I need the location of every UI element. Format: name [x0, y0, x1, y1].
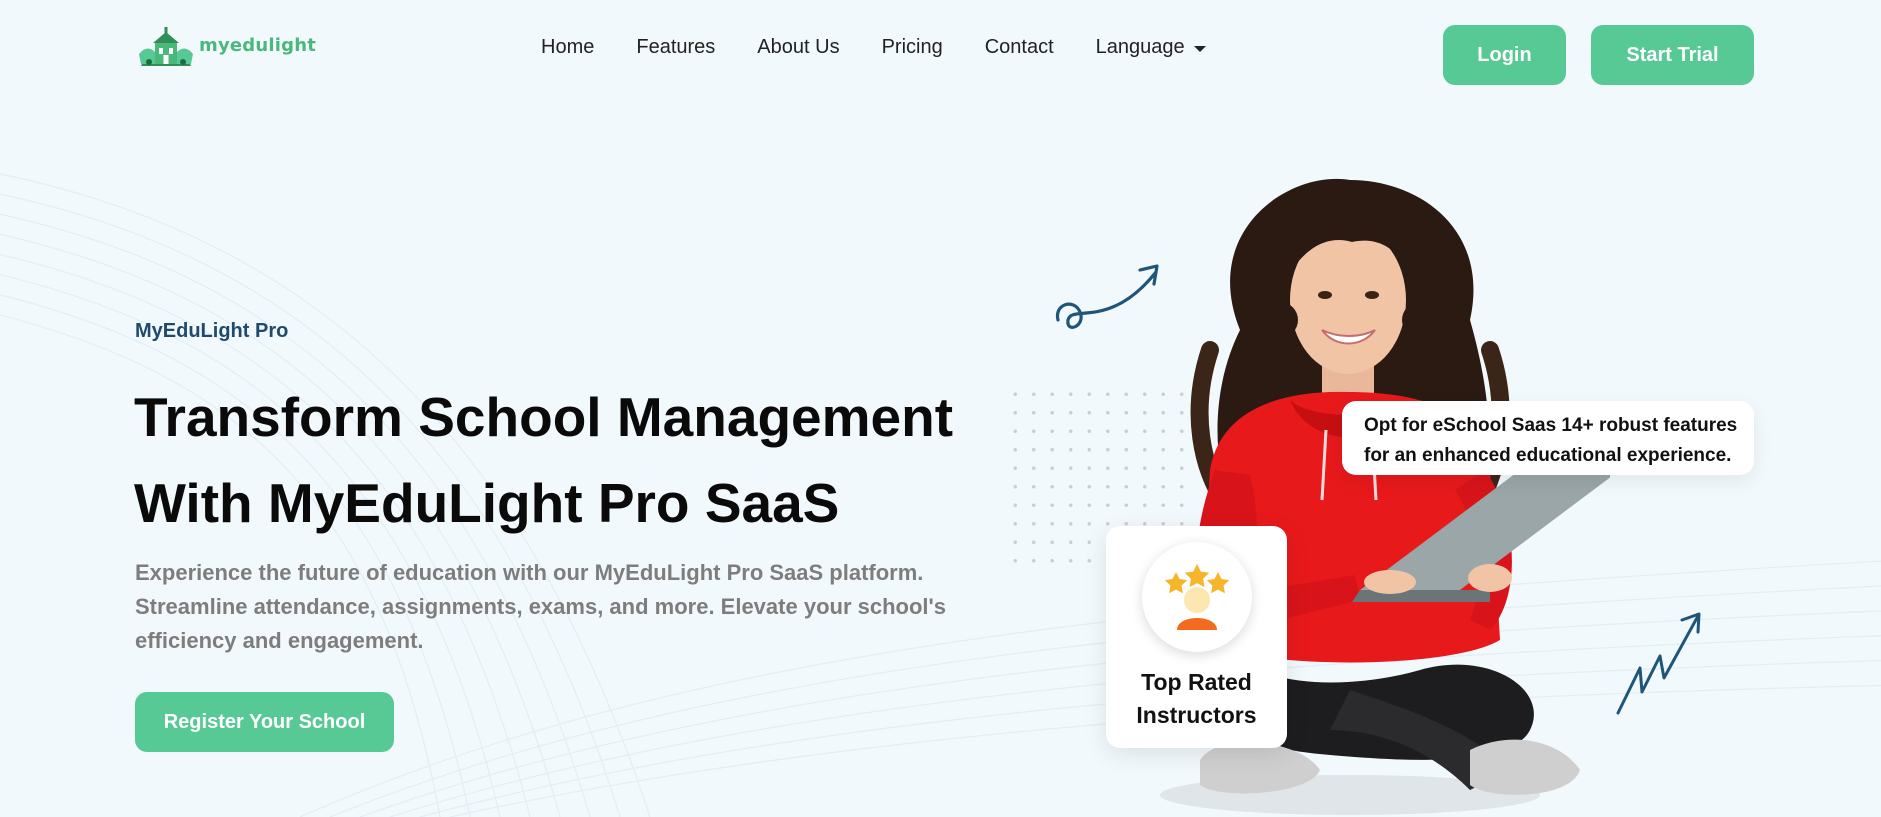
brand-name: myedulight [199, 34, 317, 56]
brand-logo[interactable]: myedulight [137, 26, 316, 70]
start-trial-button[interactable]: Start Trial [1591, 25, 1754, 85]
register-school-button[interactable]: Register Your School [135, 692, 394, 752]
login-button[interactable]: Login [1443, 25, 1566, 85]
feature-bubble-line-1: Opt for eSchool Saas 14+ robust features [1364, 415, 1738, 436]
nav-features[interactable]: Features [636, 36, 715, 59]
landing-page: myedulight Home Features About Us Pricin… [0, 0, 1881, 817]
zigzag-arrow-icon [1616, 612, 1701, 715]
hero-description-line-2: Streamline attendance, assignments, exam… [135, 594, 946, 619]
nav-pricing-label: Pricing [881, 36, 943, 58]
hero-description: Experience the future of education with … [135, 556, 946, 658]
hero-description-line-1: Experience the future of education with … [135, 560, 924, 585]
hero-description-line-3: efficiency and engagement. [135, 628, 424, 653]
top-rated-label: Top Rated Instructors [1106, 666, 1287, 732]
top-rated-line-1: Top Rated [1141, 669, 1252, 695]
hero-eyebrow: MyEduLight Pro [135, 320, 289, 342]
hero-title: Transform School Management With MyEduLi… [134, 374, 994, 546]
feature-tooltip-bubble: Opt for eSchool Saas 14+ robust features… [1342, 401, 1754, 475]
top-rated-line-2: Instructors [1136, 702, 1257, 728]
nav-home-label: Home [541, 36, 595, 58]
hero-title-line-1: Transform School Management [134, 386, 954, 448]
top-rated-card: Top Rated Instructors [1106, 526, 1287, 748]
nav-language-dropdown[interactable]: Language [1096, 36, 1206, 59]
feature-bubble-line-2: for an enhanced educational experience. [1364, 445, 1732, 466]
nav-features-label: Features [636, 36, 716, 58]
star-award-icon [1164, 564, 1230, 630]
school-building-logo-icon [139, 27, 193, 66]
nav-about-us[interactable]: About Us [757, 36, 839, 59]
nav-contact-label: Contact [984, 36, 1054, 58]
hero-title-line-2: With MyEduLight Pro SaaS [134, 472, 840, 534]
nav-contact[interactable]: Contact [985, 36, 1054, 59]
nav-pricing[interactable]: Pricing [882, 36, 943, 59]
nav-home[interactable]: Home [541, 36, 594, 59]
chevron-down-icon [1193, 45, 1206, 52]
nav-language-label: Language [1095, 36, 1185, 58]
main-nav: Home Features About Us Pricing Contact L… [541, 36, 1206, 59]
badge-circle [1142, 542, 1252, 652]
nav-about-us-label: About Us [757, 36, 840, 58]
